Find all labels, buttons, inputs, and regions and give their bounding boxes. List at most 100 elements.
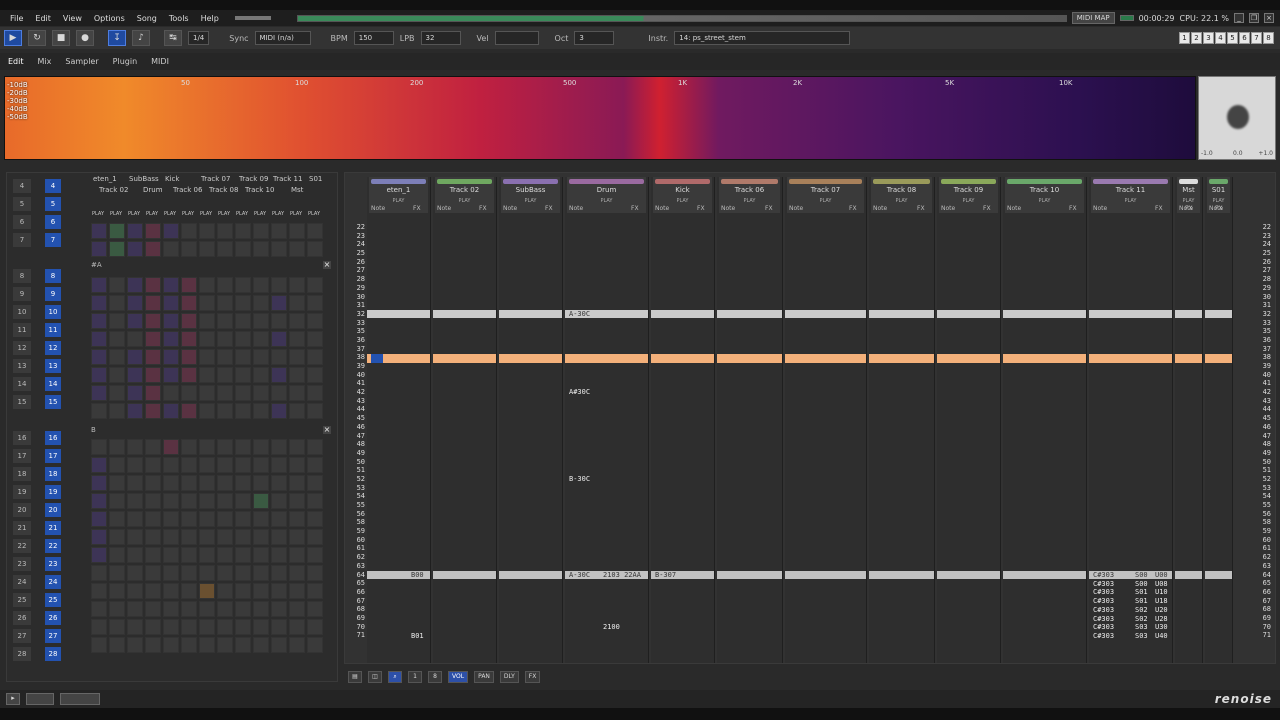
track-column[interactable]: Mst PLAY Note FX (1175, 177, 1203, 663)
sequence-row[interactable]: 22 22 (11, 539, 67, 555)
matrix-slot[interactable] (217, 313, 233, 329)
sequence-row[interactable]: 28 28 (11, 647, 67, 663)
sequence-row[interactable]: 99 (11, 287, 67, 303)
matrix-slot[interactable] (145, 601, 161, 617)
pattern-note[interactable]: B-30C (569, 475, 590, 483)
track-header[interactable]: S01 PLAY Note FX (1207, 177, 1230, 213)
matrix-slot[interactable] (289, 529, 305, 545)
matrix-slot[interactable] (217, 583, 233, 599)
matrix-slot[interactable] (271, 547, 287, 563)
vol-column-toggle[interactable]: VOL (448, 671, 469, 683)
matrix-slot[interactable] (271, 493, 287, 509)
matrix-slot[interactable] (109, 565, 125, 581)
matrix-slot[interactable] (199, 511, 215, 527)
matrix-slot[interactable] (235, 529, 251, 545)
matrix-slot[interactable] (217, 511, 233, 527)
matrix-slot[interactable] (307, 529, 323, 545)
matrix-slot[interactable] (271, 619, 287, 635)
matrix-slot[interactable] (235, 241, 251, 257)
matrix-slot[interactable] (253, 619, 269, 635)
matrix-slot[interactable] (127, 349, 143, 365)
sequence-pattern[interactable]: 5 (45, 197, 61, 211)
matrix-slot[interactable] (217, 529, 233, 545)
matrix-slot[interactable] (91, 493, 107, 509)
preset-button[interactable]: 8 (1263, 32, 1274, 44)
pattern-note[interactable]: S02 (1135, 606, 1148, 614)
sequence-row[interactable]: 24 24 (11, 575, 67, 591)
midi-map-button[interactable]: MIDI MAP (1071, 12, 1115, 24)
matrix-slot[interactable] (91, 223, 107, 239)
matrix-slot[interactable] (217, 367, 233, 383)
matrix-slot[interactable] (127, 601, 143, 617)
matrix-slot[interactable] (145, 475, 161, 491)
matrix-slot[interactable] (163, 439, 179, 455)
sequence-pattern[interactable]: 10 (45, 305, 61, 319)
matrix-slot[interactable] (109, 331, 125, 347)
matrix-slot[interactable] (289, 367, 305, 383)
edit-step-field[interactable]: 8 (428, 671, 442, 683)
matrix-slot[interactable] (253, 439, 269, 455)
matrix-slot[interactable] (253, 223, 269, 239)
sequence-row[interactable]: 20 20 (11, 503, 67, 519)
track-header[interactable]: Track 07 PLAY Note FX (787, 177, 864, 213)
matrix-slot[interactable] (235, 547, 251, 563)
matrix-slot[interactable] (181, 313, 197, 329)
matrix-slot[interactable] (181, 601, 197, 617)
matrix-slot[interactable] (181, 475, 197, 491)
matrix-slot[interactable] (109, 601, 125, 617)
preset-button[interactable]: 3 (1203, 32, 1214, 44)
matrix-slot[interactable] (199, 475, 215, 491)
matrix-slot[interactable] (91, 349, 107, 365)
matrix-slot[interactable] (127, 475, 143, 491)
menu-view[interactable]: View (57, 14, 88, 23)
pattern-step-icon[interactable]: ↹ (164, 30, 182, 46)
track-header[interactable]: Track 09 PLAY Note FX (939, 177, 998, 213)
matrix-slot[interactable] (199, 583, 215, 599)
matrix-slot[interactable] (217, 475, 233, 491)
matrix-slot[interactable] (199, 601, 215, 617)
matrix-slot[interactable] (163, 457, 179, 473)
matrix-slot[interactable] (145, 385, 161, 401)
close-icon[interactable]: × (1264, 13, 1274, 23)
sequence-row[interactable]: 13 13 (11, 359, 67, 375)
matrix-slot[interactable] (163, 349, 179, 365)
matrix-slot[interactable] (145, 349, 161, 365)
sequence-pattern[interactable]: 22 (45, 539, 61, 553)
menu-tools[interactable]: Tools (163, 14, 195, 23)
sequence-pattern[interactable]: 8 (45, 269, 61, 283)
matrix-slot[interactable] (127, 439, 143, 455)
matrix-slot[interactable] (91, 295, 107, 311)
matrix-slot[interactable] (271, 241, 287, 257)
track-header[interactable]: Track 11 PLAY Note FX (1091, 177, 1170, 213)
preset-button[interactable]: 2 (1191, 32, 1202, 44)
matrix-slot[interactable] (91, 529, 107, 545)
matrix-slot[interactable] (163, 367, 179, 383)
matrix-slot[interactable] (235, 583, 251, 599)
matrix-slot[interactable] (271, 385, 287, 401)
matrix-slot[interactable] (235, 223, 251, 239)
pattern-note[interactable]: S00 (1135, 580, 1148, 588)
matrix-slot[interactable] (199, 457, 215, 473)
pattern-note[interactable]: U40 (1155, 632, 1168, 640)
sequence-pattern[interactable]: 17 (45, 449, 61, 463)
track-column[interactable]: Drum PLAY Note FX (565, 177, 649, 663)
pattern-note[interactable]: A-30C (569, 571, 590, 579)
matrix-slot[interactable] (127, 529, 143, 545)
matrix-slot[interactable] (271, 349, 287, 365)
status-toggle-icon[interactable]: ▸ (6, 693, 20, 705)
matrix-slot[interactable] (91, 547, 107, 563)
track-column[interactable]: Track 08 PLAY Note FX (869, 177, 935, 663)
matrix-slot[interactable] (181, 583, 197, 599)
matrix-slot[interactable] (217, 385, 233, 401)
matrix-slot[interactable] (253, 349, 269, 365)
matrix-slot[interactable] (289, 601, 305, 617)
sequence-pattern[interactable]: 6 (45, 215, 61, 229)
matrix-slot[interactable] (163, 403, 179, 419)
matrix-slot[interactable] (217, 277, 233, 293)
matrix-slot[interactable] (163, 277, 179, 293)
play-icon[interactable]: ▶ (4, 30, 22, 46)
matrix-slot[interactable] (199, 331, 215, 347)
sequence-row[interactable]: 18 18 (11, 467, 67, 483)
matrix-slot[interactable] (127, 619, 143, 635)
matrix-slot[interactable] (271, 403, 287, 419)
